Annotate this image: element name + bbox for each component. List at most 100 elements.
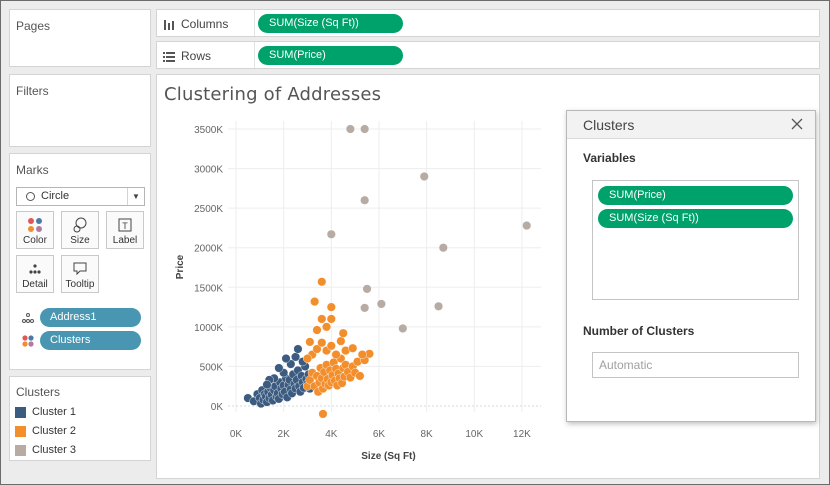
- scatter-point: [322, 322, 332, 332]
- detail-icon: [17, 259, 53, 279]
- scatter-point: [345, 124, 355, 134]
- variables-label: Variables: [583, 151, 636, 165]
- scatter-point: [360, 124, 370, 134]
- scatter-point: [336, 336, 346, 346]
- scatter-point: [302, 354, 312, 364]
- y-tick-label: 1500K: [194, 283, 223, 294]
- legend-swatch: [15, 425, 26, 437]
- scatter-point: [338, 328, 348, 338]
- legend-item-label: Cluster 1: [32, 406, 77, 418]
- scatter-point: [357, 350, 367, 360]
- scatter-point: [326, 302, 336, 312]
- legend-item-label: Cluster 3: [32, 444, 77, 456]
- marks-detail-label: Detail: [22, 279, 48, 290]
- scatter-point: [522, 221, 532, 231]
- x-tick-label: 2K: [278, 429, 291, 440]
- scatter-point: [326, 314, 336, 324]
- scatter-point: [362, 284, 372, 294]
- scatter-point: [318, 409, 328, 419]
- scatter-point: [262, 380, 272, 390]
- shelf-divider: [254, 42, 255, 68]
- columns-pill[interactable]: SUM(Size (Sq Ft)): [258, 14, 403, 33]
- label-icon: T: [107, 215, 143, 235]
- x-tick-label: 4K: [325, 429, 338, 440]
- x-tick-label: 10K: [465, 429, 483, 440]
- marks-tooltip-button[interactable]: Tooltip: [61, 255, 99, 293]
- scatter-point: [360, 303, 370, 313]
- legend-item[interactable]: Cluster 3: [15, 444, 76, 456]
- filters-card[interactable]: Filters: [9, 74, 151, 147]
- rows-shelf-label: Rows: [163, 49, 211, 63]
- scatter-point: [317, 314, 327, 324]
- scatter-point: [376, 299, 386, 309]
- x-tick-label: 12K: [513, 429, 531, 440]
- y-tick-label: 2500K: [194, 204, 223, 215]
- mark-type-value: Circle: [41, 190, 70, 202]
- columns-shelf-label: Columns: [163, 17, 228, 31]
- scatter-point: [293, 344, 303, 354]
- scatter-point: [434, 301, 444, 311]
- marks-label-label: Label: [112, 235, 138, 246]
- color-icon: [22, 335, 34, 347]
- scatter-point: [312, 325, 322, 335]
- dialog-header[interactable]: Clusters: [567, 111, 815, 139]
- rows-label-text: Rows: [181, 49, 212, 63]
- clusters-dialog: Clusters Variables SUM(Price) SUM(Size (…: [566, 110, 816, 422]
- y-tick-label: 500K: [200, 362, 224, 373]
- marks-color-button[interactable]: Color: [16, 211, 54, 249]
- marks-detail-button[interactable]: Detail: [16, 255, 54, 293]
- chevron-down-icon[interactable]: ▼: [127, 188, 144, 205]
- legend-item[interactable]: Cluster 1: [15, 406, 76, 418]
- mark-type-dropdown[interactable]: Circle ▼: [16, 187, 145, 206]
- scatter-point: [305, 337, 315, 347]
- scatter-point: [310, 297, 320, 307]
- workspace: Pages Filters Marks Circle ▼ Color Size …: [0, 0, 830, 485]
- num-clusters-input[interactable]: [592, 352, 799, 378]
- clusters-legend: Clusters Cluster 1 Cluster 2 Cluster 3: [9, 376, 151, 461]
- x-tick-label: 6K: [373, 429, 386, 440]
- scatter-point: [360, 195, 370, 205]
- variable-pill-price[interactable]: SUM(Price): [598, 186, 793, 205]
- scatter-point: [326, 341, 336, 351]
- variable-pill-size[interactable]: SUM(Size (Sq Ft)): [598, 209, 793, 228]
- columns-shelf[interactable]: Columns SUM(Size (Sq Ft)): [156, 9, 820, 37]
- marks-label-button[interactable]: T Label: [106, 211, 144, 249]
- legend-title: Clusters: [16, 385, 61, 399]
- scatter-point: [348, 343, 358, 353]
- rows-shelf[interactable]: Rows SUM(Price): [156, 41, 820, 69]
- y-tick-label: 3000K: [194, 165, 223, 176]
- variables-box[interactable]: SUM(Price) SUM(Size (Sq Ft)): [592, 180, 799, 300]
- marks-tooltip-label: Tooltip: [65, 279, 95, 290]
- marks-size-label: Size: [70, 235, 90, 246]
- tooltip-icon: [62, 259, 98, 279]
- marks-size-button[interactable]: Size: [61, 211, 99, 249]
- pages-card[interactable]: Pages: [9, 9, 151, 67]
- scatter-point: [398, 323, 408, 333]
- color-icon: [17, 215, 53, 235]
- scatter-point: [438, 243, 448, 253]
- circle-icon: [26, 192, 35, 201]
- marks-field-clusters[interactable]: Clusters: [40, 331, 141, 350]
- marks-card: Marks Circle ▼ Color Size T Label Detail…: [9, 153, 151, 370]
- scatter-point: [331, 350, 341, 360]
- y-tick-label: 1000K: [194, 323, 223, 334]
- legend-swatch: [15, 444, 26, 456]
- scatter-point: [419, 171, 429, 181]
- num-clusters-label: Number of Clusters: [583, 324, 695, 338]
- svg-text:T: T: [122, 221, 128, 231]
- scatter-point: [274, 363, 284, 373]
- shelf-divider: [254, 10, 255, 36]
- columns-label-text: Columns: [181, 17, 229, 31]
- y-tick-label: 3500K: [194, 125, 223, 136]
- marks-title: Marks: [16, 163, 49, 177]
- legend-item-label: Cluster 2: [32, 425, 77, 437]
- legend-item[interactable]: Cluster 2: [15, 425, 76, 437]
- y-tick-label: 0K: [211, 402, 224, 413]
- close-icon[interactable]: [789, 116, 805, 132]
- marks-field-address1[interactable]: Address1: [40, 308, 141, 327]
- rows-pill[interactable]: SUM(Price): [258, 46, 403, 65]
- scatter-point: [326, 229, 336, 239]
- columns-icon: [164, 19, 174, 30]
- y-tick-label: 2000K: [194, 244, 223, 255]
- filters-title: Filters: [16, 84, 49, 98]
